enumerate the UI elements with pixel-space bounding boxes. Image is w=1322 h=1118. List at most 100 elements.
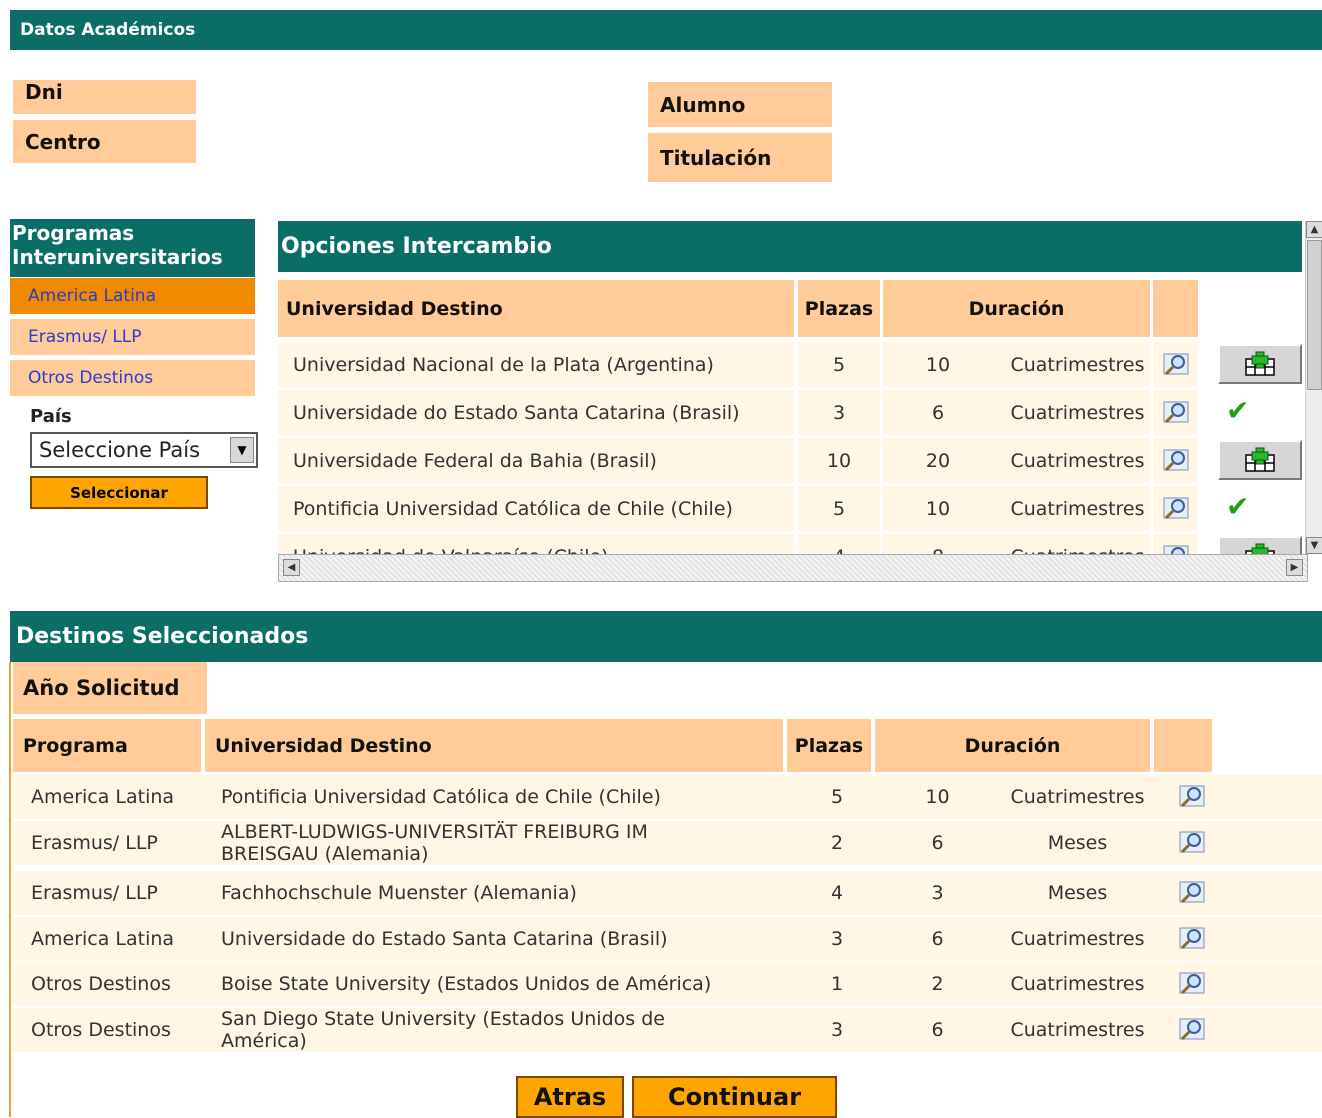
magnifier-icon <box>1163 497 1188 519</box>
sel-col-header-plazas: Plazas <box>787 719 871 772</box>
sel-universidad-cell: Boise State University (Estados Unidos d… <box>221 973 712 995</box>
sel-detail-button[interactable] <box>1172 962 1212 1006</box>
sel-programa-cell: Otros Destinos <box>31 973 171 995</box>
magnifier-icon <box>1179 927 1205 950</box>
option-plazas-cell: 4 <box>798 534 880 554</box>
dropdown-arrow-icon[interactable]: ▼ <box>230 437 254 463</box>
option-universidad-cell: Universidad de Valparaíso (Chile) <box>278 534 794 554</box>
option-detail-button[interactable] <box>1153 342 1198 387</box>
option-universidad-cell: Universidade Federal da Bahia (Brasil) <box>278 438 794 483</box>
sel-detail-button[interactable] <box>1172 917 1212 961</box>
sel-col-header-universidad: Universidad Destino <box>205 719 783 772</box>
sel-programa-cell: Erasmus/ LLP <box>31 882 158 904</box>
pais-select-value: Seleccione País <box>39 438 201 462</box>
sel-plazas-cell: 1 <box>830 973 844 995</box>
checkmark-icon: ✔ <box>1226 490 1250 523</box>
centro-label: Centro <box>13 120 196 163</box>
options-panel-title: Opciones Intercambio <box>278 221 1302 272</box>
sel-programa-cell: Otros Destinos <box>31 1019 171 1041</box>
sel-detail-button[interactable] <box>1172 1008 1212 1052</box>
sel-plazas-cell: 3 <box>830 1019 844 1041</box>
scroll-left-icon[interactable]: ◀ <box>283 559 300 576</box>
program-item-america-latina[interactable]: America Latina <box>10 278 255 316</box>
titulacion-label: Titulación <box>648 133 832 182</box>
option-unidad-cell: Cuatrimestres <box>993 534 1150 554</box>
sel-col-header-programa: Programa <box>13 719 201 772</box>
add-destination-button[interactable] <box>1218 536 1302 554</box>
program-item-erasmus[interactable]: Erasmus/ LLP <box>10 319 255 357</box>
sel-col-header-detail <box>1154 719 1212 772</box>
magnifier-icon <box>1163 545 1188 554</box>
checkmark-icon: ✔ <box>1226 394 1250 427</box>
option-duracion-cell: 10 <box>883 342 993 387</box>
option-duracion-cell: 10 <box>883 486 993 531</box>
sel-duracion-cell: 3 <box>931 882 944 904</box>
sel-universidad-cell: Fachhochschule Muenster (Alemania) <box>221 882 577 904</box>
option-unidad-cell: Cuatrimestres <box>993 486 1150 531</box>
magnifier-icon <box>1163 353 1188 375</box>
scroll-thumb[interactable] <box>1307 240 1322 390</box>
sel-unidad-cell: Meses <box>1047 882 1108 904</box>
alumno-label: Alumno <box>648 82 832 127</box>
seleccionar-button[interactable]: Seleccionar <box>30 476 208 509</box>
continuar-button[interactable]: Continuar <box>632 1076 837 1118</box>
magnifier-icon <box>1179 785 1205 808</box>
options-horizontal-scrollbar[interactable]: ◀ ▶ <box>278 554 1308 582</box>
sel-programa-cell: Erasmus/ LLP <box>31 832 158 854</box>
pais-select[interactable]: Seleccione País ▼ <box>30 432 258 468</box>
magnifier-icon <box>1179 972 1205 995</box>
col-header-duracion: Duración <box>883 280 1150 337</box>
magnifier-icon <box>1163 449 1188 471</box>
option-universidad-cell: Universidad Nacional de la Plata (Argent… <box>278 342 794 387</box>
sel-detail-button[interactable] <box>1172 871 1212 915</box>
pais-label: País <box>30 406 72 427</box>
program-item-otros-destinos[interactable]: Otros Destinos <box>10 360 255 398</box>
add-destination-icon <box>1245 447 1275 472</box>
scroll-down-icon[interactable]: ▼ <box>1306 537 1322 554</box>
option-detail-button[interactable] <box>1153 438 1198 483</box>
sel-duracion-cell: 6 <box>931 1019 944 1041</box>
option-detail-button[interactable] <box>1153 390 1198 435</box>
sel-detail-button[interactable] <box>1172 821 1212 865</box>
scroll-up-icon[interactable]: ▲ <box>1306 221 1322 238</box>
magnifier-icon <box>1179 831 1205 854</box>
add-destination-button[interactable] <box>1218 344 1302 384</box>
sel-plazas-cell: 4 <box>830 882 844 904</box>
sel-duracion-cell: 6 <box>931 928 944 950</box>
option-plazas-cell: 5 <box>798 486 880 531</box>
sel-plazas-cell: 3 <box>830 928 844 950</box>
option-detail-button[interactable] <box>1153 486 1198 531</box>
option-plazas-cell: 10 <box>798 438 880 483</box>
option-detail-button[interactable] <box>1153 534 1198 554</box>
sel-universidad-cell: San Diego State University (Estados Unid… <box>221 1008 665 1052</box>
sel-col-header-duracion: Duración <box>875 719 1150 772</box>
ano-solicitud-label: Año Solicitud <box>13 662 207 714</box>
option-plazas-cell: 5 <box>798 342 880 387</box>
scroll-right-icon[interactable]: ▶ <box>1286 559 1303 576</box>
col-header-universidad: Universidad Destino <box>278 280 794 337</box>
sel-plazas-cell: 2 <box>830 832 844 854</box>
option-unidad-cell: Cuatrimestres <box>993 438 1150 483</box>
sel-programa-cell: America Latina <box>31 786 175 808</box>
sel-duracion-cell: 2 <box>931 973 944 995</box>
option-unidad-cell: Cuatrimestres <box>993 342 1150 387</box>
selected-panel-title: Destinos Seleccionados <box>10 611 1322 662</box>
add-destination-icon <box>1245 543 1275 554</box>
sel-unidad-cell: Cuatrimestres <box>1010 928 1145 950</box>
add-destination-button[interactable] <box>1218 440 1302 480</box>
option-unidad-cell: Cuatrimestres <box>993 390 1150 435</box>
magnifier-icon <box>1179 1018 1205 1041</box>
option-duracion-cell: 8 <box>883 534 993 554</box>
option-universidad-cell: Pontificia Universidad Católica de Chile… <box>278 486 794 531</box>
add-destination-icon <box>1245 351 1275 376</box>
sel-unidad-cell: Cuatrimestres <box>1010 973 1145 995</box>
sel-duracion-cell: 10 <box>925 786 950 808</box>
dni-label: Dni <box>13 80 196 114</box>
sel-universidad-cell: Universidade do Estado Santa Catarina (B… <box>221 928 668 950</box>
atras-button[interactable]: Atras <box>516 1076 624 1118</box>
sel-unidad-cell: Cuatrimestres <box>1010 786 1145 808</box>
sel-universidad-cell: ALBERT-LUDWIGS-UNIVERSITÄT FREIBURG IM B… <box>221 821 648 865</box>
sel-detail-button[interactable] <box>1172 775 1212 819</box>
options-vertical-scrollbar[interactable]: ▲ ▼ <box>1305 221 1322 554</box>
magnifier-icon <box>1179 881 1205 904</box>
